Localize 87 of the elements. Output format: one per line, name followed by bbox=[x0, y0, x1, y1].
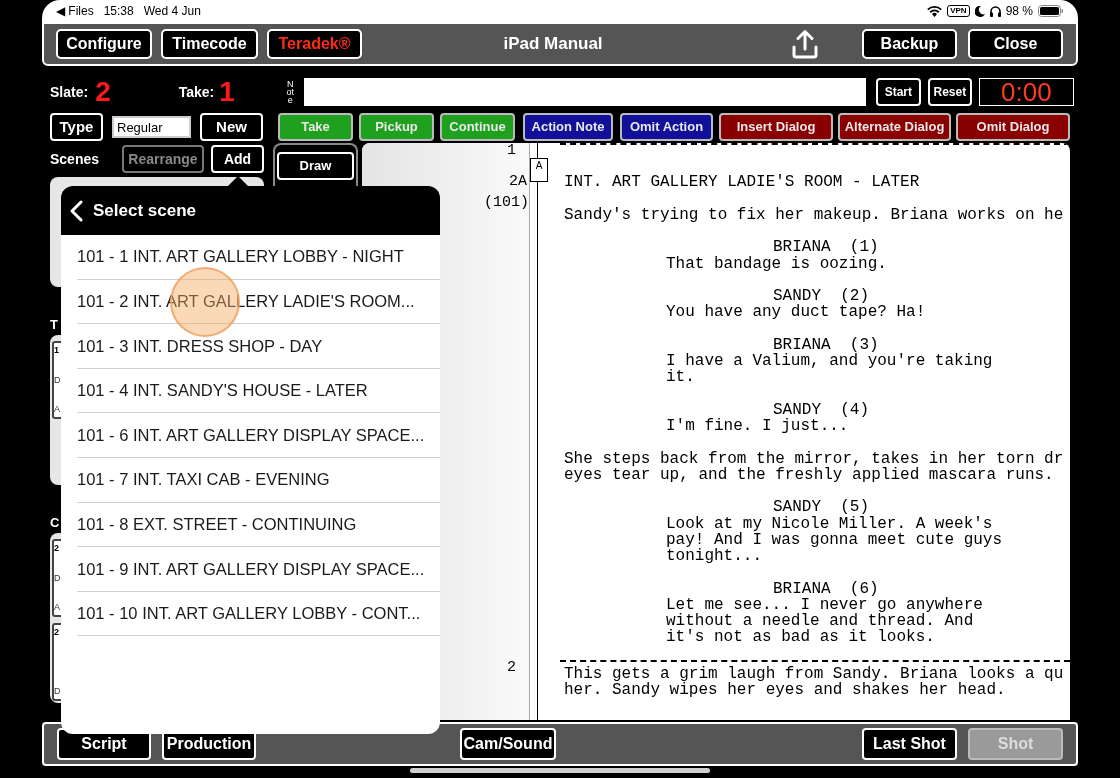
scene-option[interactable]: 101 - 1 INT. ART GALLERY LOBBY - NIGHT bbox=[77, 244, 404, 270]
note-label: Note bbox=[285, 80, 295, 104]
type-button[interactable]: Type bbox=[50, 113, 103, 141]
character-name: BRIANA (6) bbox=[773, 579, 879, 598]
scenes-label: Scenes bbox=[50, 149, 101, 169]
take-number: 1 bbox=[219, 78, 235, 106]
card-text: 2 bbox=[54, 543, 59, 554]
dialogue-line: Let me see... I never go anywhere bbox=[666, 595, 983, 614]
status-date: Wed 4 Jun bbox=[143, 3, 201, 20]
shot-type-button[interactable]: Insert Dialog bbox=[719, 113, 833, 141]
card-text: 1 bbox=[54, 345, 59, 356]
scene-heading: INT. ART GALLERY LADIE'S ROOM - LATER bbox=[564, 173, 920, 192]
header-button[interactable]: Configure bbox=[56, 29, 152, 59]
section-label: T bbox=[50, 317, 58, 333]
dialogue-line: it. bbox=[666, 368, 695, 387]
card-text: D bbox=[54, 374, 61, 386]
card-text: 2 bbox=[54, 627, 59, 638]
character-name: SANDY (5) bbox=[773, 498, 869, 517]
action-line: This gets a grim laugh from Sandy. Briana looks a qu bbox=[564, 664, 1064, 683]
scene-option[interactable]: 101 - 7 INT. TAXI CAB - EVENING bbox=[77, 467, 330, 493]
bottom-button[interactable]: Cam/Sound bbox=[460, 728, 556, 760]
action-line: She steps back from the mirror, takes in her torn dr bbox=[564, 449, 1064, 468]
action-line: eyes tear up, and the freshly applied mascara runs. bbox=[564, 465, 1054, 484]
scene-option[interactable]: 101 - 8 EXT. STREET - CONTINUING bbox=[77, 512, 357, 537]
character-name: SANDY (4) bbox=[773, 400, 869, 419]
scene-option[interactable]: 101 - 3 INT. DRESS SHOP - DAY bbox=[77, 333, 323, 359]
header-button[interactable]: Timecode bbox=[161, 29, 258, 59]
dialogue-line: pay! And I was gonna meet cute guys bbox=[666, 530, 1003, 549]
shot-type-button[interactable]: Omit Action bbox=[620, 113, 713, 141]
scene-option[interactable]: 101 - 10 INT. ART GALLERY LOBBY - CONT... bbox=[77, 601, 421, 626]
dialogue-line: it's not as bad as it looks. bbox=[666, 628, 935, 647]
dialogue-line: without a needle and thread. And bbox=[666, 612, 974, 630]
timer-button[interactable]: Reset bbox=[927, 78, 972, 106]
header-button[interactable]: Teradek® bbox=[267, 29, 362, 59]
vpn-badge: VPN bbox=[947, 5, 970, 17]
timer-display: 0:00 bbox=[978, 78, 1074, 106]
status-time: 15:38 bbox=[103, 3, 134, 20]
note-field[interactable] bbox=[303, 78, 866, 106]
header-button[interactable]: Close bbox=[968, 29, 1063, 59]
share-icon bbox=[791, 29, 819, 59]
draw-button[interactable]: Draw bbox=[277, 152, 354, 180]
scene-option[interactable]: 101 - 6 INT. ART GALLERY DISPLAY SPACE... bbox=[77, 422, 425, 448]
scene-option[interactable]: 101 - 4 INT. SANDY'S HOUSE - LATER bbox=[77, 378, 368, 403]
type-field[interactable]: Regular bbox=[112, 116, 191, 138]
scenes-button[interactable]: Add bbox=[211, 145, 264, 173]
headphones-icon bbox=[989, 5, 1001, 17]
character-name: BRIANA (1) bbox=[773, 238, 879, 257]
back-link[interactable]: ◀ Files bbox=[56, 2, 94, 20]
moon-icon bbox=[974, 5, 985, 17]
page-number: 2 bbox=[507, 658, 516, 676]
shot-type-button[interactable]: Alternate Dialog bbox=[838, 113, 951, 141]
card-text: D bbox=[54, 572, 61, 584]
battery-icon bbox=[1038, 5, 1064, 17]
timer-button[interactable]: Start bbox=[875, 78, 921, 106]
dialogue-line: Look at my Nicole Miller. A week's bbox=[666, 514, 993, 533]
battery-level: 98 % bbox=[1005, 3, 1033, 20]
card-text: D bbox=[54, 686, 61, 697]
header-button[interactable]: Backup bbox=[862, 29, 957, 59]
scene-tag: A bbox=[530, 158, 548, 182]
dialogue-line: That bandage is oozing. bbox=[666, 254, 887, 273]
section-label: C bbox=[50, 515, 60, 531]
card-text: A bbox=[54, 602, 60, 613]
shot-type-button[interactable]: Omit Dialog bbox=[956, 113, 1070, 141]
card-text: A bbox=[54, 404, 60, 415]
action-line: Sandy's trying to fix her makeup. Briana works on he bbox=[564, 205, 1064, 224]
new-button[interactable]: New bbox=[200, 113, 263, 141]
back-icon bbox=[70, 199, 83, 222]
wifi-icon bbox=[927, 5, 943, 17]
dialogue-line: I'm fine. I just... bbox=[666, 417, 849, 435]
slate-label: Slate: bbox=[50, 82, 89, 102]
page-number: 1 bbox=[507, 143, 516, 159]
share-button[interactable] bbox=[790, 28, 820, 60]
character-name: SANDY (2) bbox=[773, 287, 869, 305]
take-label: Take: bbox=[178, 82, 215, 102]
action-line: her. Sandy wipes her eyes and shakes her head. bbox=[564, 681, 1006, 699]
bottom-button[interactable]: Last Shot bbox=[862, 728, 957, 760]
dialogue-line: tonight... bbox=[666, 547, 762, 565]
window-title: iPad Manual bbox=[502, 33, 604, 56]
popover-title: Select scene bbox=[93, 199, 196, 222]
original-scene-number: (101) bbox=[484, 193, 529, 211]
dialogue-line: I have a Valium, and you're taking bbox=[666, 352, 993, 370]
slate-number: 2 bbox=[95, 78, 111, 106]
dialogue-line: You have any duct tape? Ha! bbox=[666, 303, 926, 322]
shot-type-button[interactable]: Action Note bbox=[523, 113, 613, 141]
scene-option[interactable]: 101 - 9 INT. ART GALLERY DISPLAY SPACE... bbox=[77, 556, 425, 582]
scene-number: 2A bbox=[509, 173, 527, 191]
character-name: BRIANA (3) bbox=[773, 335, 879, 354]
